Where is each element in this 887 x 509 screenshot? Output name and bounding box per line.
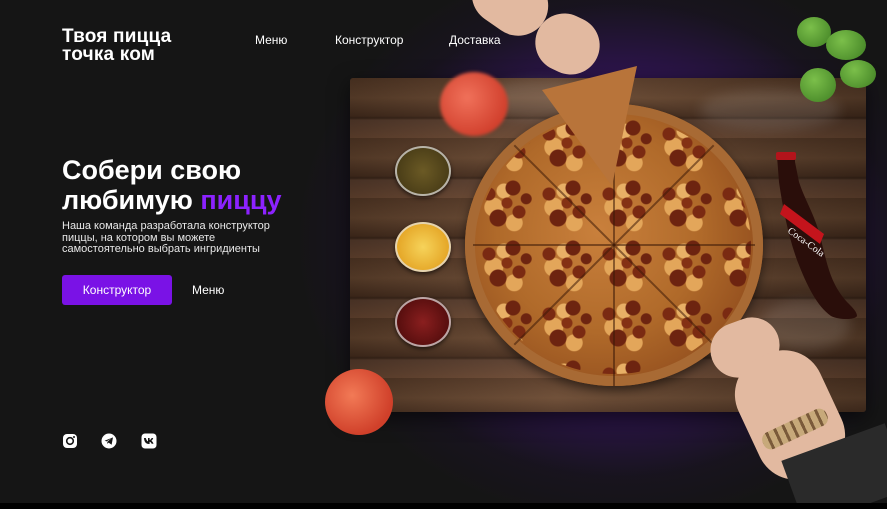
- vk-icon[interactable]: [141, 433, 157, 449]
- sauce-bowl-mustard: [395, 146, 451, 196]
- tomato-slice-top-image: [440, 72, 508, 136]
- hero-description-line-3: самостоятельно выбрать ингридиенты: [62, 243, 260, 255]
- bottom-edge: [0, 503, 887, 509]
- instagram-icon[interactable]: [62, 433, 78, 449]
- basil-leaf-image: [826, 30, 866, 60]
- basil-leaf-image: [800, 68, 836, 102]
- constructor-button[interactable]: Конструктор: [62, 275, 172, 305]
- hero-description-line-1: Наша команда разработала конструктор: [62, 220, 270, 232]
- sauce-bowl-ketchup: [395, 297, 451, 347]
- hero-title-prefix: любимую: [62, 185, 193, 215]
- nav-menu[interactable]: Меню: [255, 33, 287, 47]
- logo-line-2: точка ком: [62, 44, 156, 65]
- basil-leaf-image: [840, 60, 876, 88]
- hero-title-line-2: любимую пиццу: [62, 185, 281, 215]
- tomato-slice-bottom-image: [325, 369, 393, 435]
- hero-title-line-1: Собери свою: [62, 155, 242, 185]
- sauce-bowl-cheese: [395, 222, 451, 272]
- telegram-icon[interactable]: [101, 433, 117, 449]
- landing-page: Твоя пицца точка ком Меню Конструктор До…: [0, 0, 887, 509]
- nav-delivery[interactable]: Доставка: [449, 33, 501, 47]
- cola-bottle-image: Coca-Cola: [776, 152, 857, 319]
- nav-constructor[interactable]: Конструктор: [335, 33, 403, 47]
- hero-title-accent: пиццу: [200, 185, 282, 215]
- hero-description: Наша команда разработала конструктор пиц…: [62, 220, 302, 256]
- menu-link[interactable]: Меню: [192, 283, 224, 297]
- site-logo[interactable]: Твоя пицца точка ком: [62, 27, 171, 65]
- hero-title: Собери свою любимую пиццу: [62, 155, 281, 215]
